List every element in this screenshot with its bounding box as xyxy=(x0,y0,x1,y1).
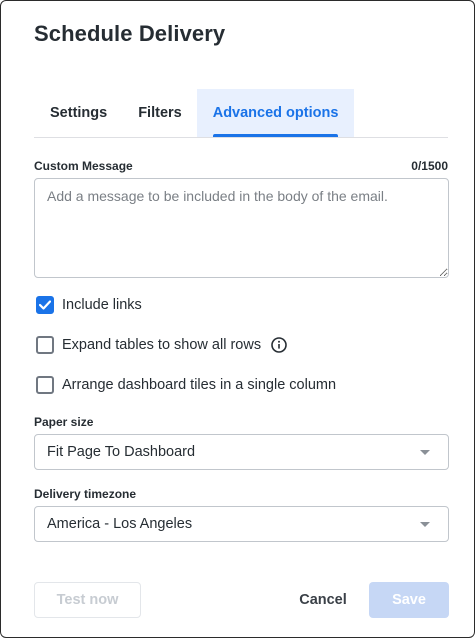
single-column-label: Arrange dashboard tiles in a single colu… xyxy=(62,377,337,393)
tab-settings[interactable]: Settings xyxy=(50,89,107,137)
delivery-timezone-label: Delivery timezone xyxy=(34,487,137,501)
include-links-checkbox[interactable] xyxy=(36,296,54,314)
paper-size-value: Fit Page To Dashboard xyxy=(47,444,196,460)
chevron-down-icon xyxy=(420,450,430,455)
dialog-title: Schedule Delivery xyxy=(34,21,226,46)
custom-message-input[interactable] xyxy=(34,178,449,278)
paper-size-label: Paper size xyxy=(34,415,94,429)
save-button[interactable]: Save xyxy=(369,582,449,618)
expand-tables-checkbox[interactable] xyxy=(36,336,54,354)
check-icon xyxy=(39,300,51,310)
schedule-delivery-dialog: Schedule Delivery Settings Filters Advan… xyxy=(0,0,475,638)
include-links-option: Include links xyxy=(36,296,142,314)
include-links-label: Include links xyxy=(62,297,142,313)
chevron-down-icon xyxy=(420,522,430,527)
single-column-option: Arrange dashboard tiles in a single colu… xyxy=(36,376,336,394)
tab-filters[interactable]: Filters xyxy=(138,89,182,137)
tab-bar: Settings Filters Advanced options xyxy=(34,89,448,138)
expand-tables-option: Expand tables to show all rows xyxy=(36,336,287,354)
single-column-checkbox[interactable] xyxy=(36,376,54,394)
expand-tables-label: Expand tables to show all rows xyxy=(62,337,262,353)
custom-message-label: Custom Message xyxy=(34,159,133,173)
delivery-timezone-value: America - Los Angeles xyxy=(47,516,193,532)
character-counter: 0/1500 xyxy=(411,159,448,173)
tab-advanced-options[interactable]: Advanced options xyxy=(196,89,355,137)
cancel-button[interactable]: Cancel xyxy=(286,582,360,618)
test-now-button[interactable]: Test now xyxy=(34,582,141,618)
delivery-timezone-select[interactable]: America - Los Angeles xyxy=(34,506,449,542)
info-icon[interactable] xyxy=(271,337,287,353)
paper-size-select[interactable]: Fit Page To Dashboard xyxy=(34,434,449,470)
